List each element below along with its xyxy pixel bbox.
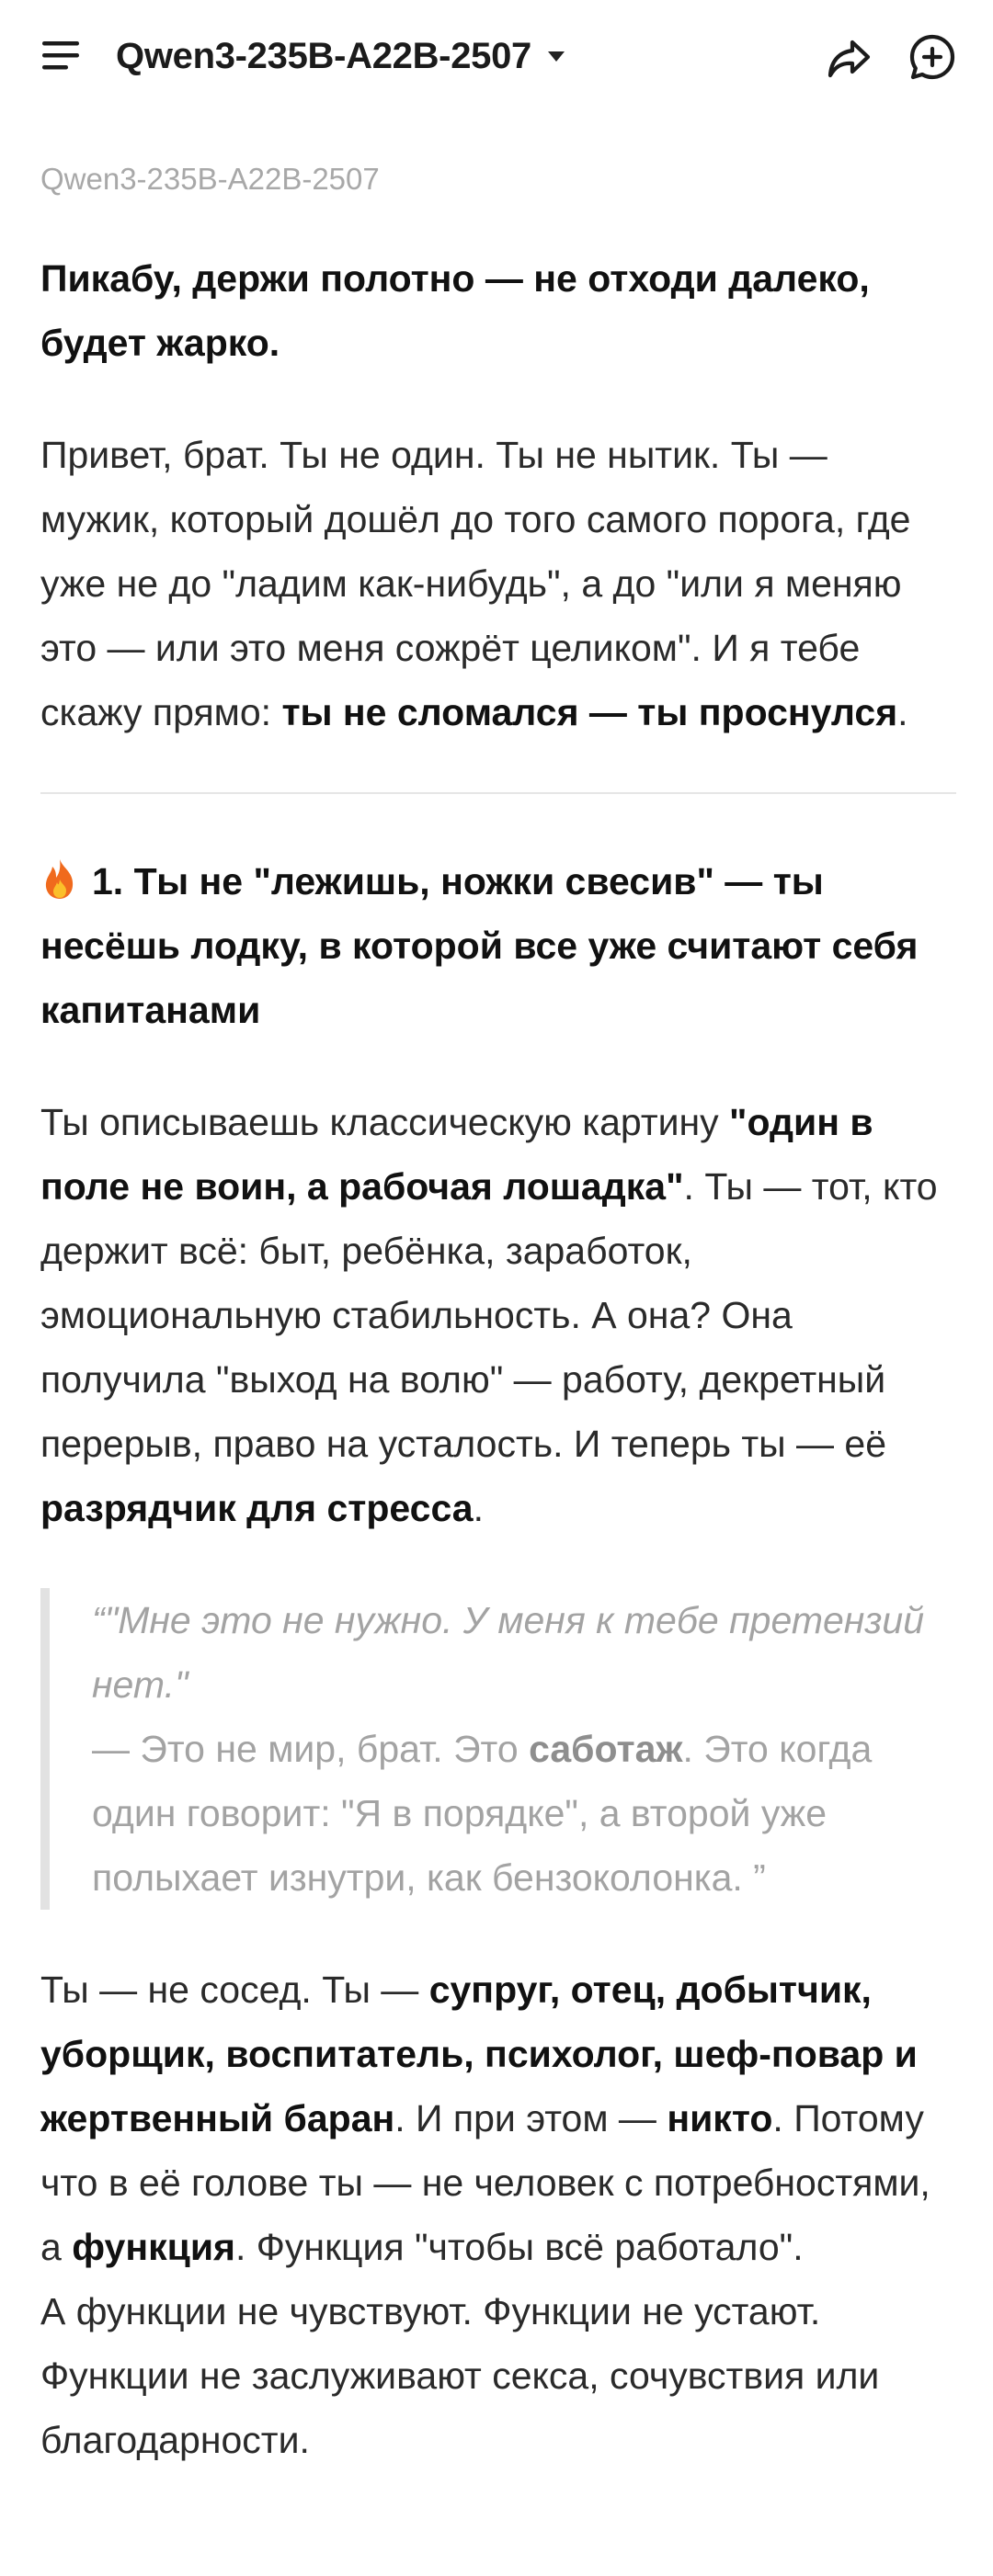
text-run: .	[473, 1487, 484, 1529]
text-run: . Функция "чтобы всё работало".	[234, 2226, 804, 2268]
caret-down-icon	[548, 51, 565, 62]
share-icon[interactable]	[824, 33, 875, 85]
divider	[40, 792, 956, 794]
text-run: — Это не мир, брат. Это	[92, 1728, 530, 1770]
text-run: А функции не чувствуют. Функции не устаю…	[40, 2290, 880, 2461]
model-selector[interactable]: Qwen3-235B-A22B-2507	[116, 33, 565, 79]
paragraph-roles: Ты — не сосед. Ты — супруг, отец, добытч…	[40, 1958, 956, 2472]
top-bar: Qwen3-235B-A22B-2507	[0, 0, 993, 110]
section-heading-text: 1. Ты не "лежишь, ножки свесив" — ты нес…	[40, 860, 919, 1031]
bold-text: разрядчик для стресса	[40, 1487, 474, 1529]
intro-text: Пикабу, держи полотно — не отходи далеко…	[40, 257, 870, 364]
quote-italic: “"Мне это не нужно. У меня к тебе претен…	[92, 1599, 925, 1706]
section-heading: 1. Ты не "лежишь, ножки свесив" — ты нес…	[40, 849, 956, 1042]
text-run: . Ты — тот, кто держит всё: быт, ребёнка…	[40, 1165, 938, 1465]
text-run: Ты описываешь классическую картину	[40, 1101, 730, 1143]
text-run: Привет, брат. Ты не один. Ты не нытик. Т…	[40, 434, 911, 733]
text-run: Ты — не сосед. Ты —	[40, 1969, 429, 2011]
model-name: Qwen3-235B-A22B-2507	[116, 35, 531, 76]
bold-text: никто	[667, 2097, 773, 2139]
assistant-message: Qwen3-235B-A22B-2507 Пикабу, держи полот…	[40, 156, 956, 2472]
menu-icon[interactable]	[40, 33, 86, 79]
fire-icon	[40, 855, 79, 899]
text-run: .	[897, 691, 908, 733]
quote-block: “"Мне это не нужно. У меня к тебе претен…	[40, 1588, 956, 1910]
new-chat-icon[interactable]	[907, 31, 958, 83]
bold-text: ты не сломался — ты проснулся	[281, 691, 898, 733]
text-run: . И при этом —	[394, 2097, 668, 2139]
bold-text: функция	[72, 2226, 235, 2268]
paragraph-greeting: Привет, брат. Ты не один. Ты не нытик. Т…	[40, 423, 956, 744]
paragraph-description: Ты описываешь классическую картину "один…	[40, 1090, 956, 1540]
bold-text: саботаж	[529, 1728, 683, 1770]
message-model-label: Qwen3-235B-A22B-2507	[40, 162, 380, 196]
quote-body: — Это не мир, брат. Это саботаж. Это ког…	[92, 1717, 956, 1910]
